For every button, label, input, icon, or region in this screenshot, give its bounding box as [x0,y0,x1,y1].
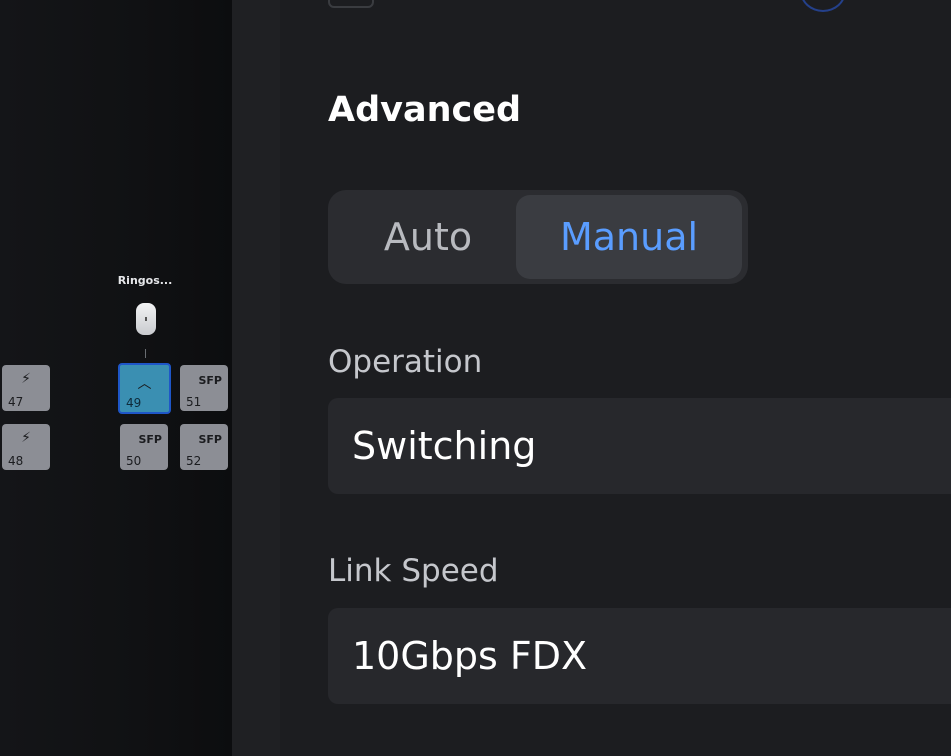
port-52[interactable]: SFP 52 [180,424,228,470]
chevron-up-icon: ︿ [137,376,152,392]
mode-auto-button[interactable]: Auto [333,195,523,279]
mode-toggle: Auto Manual [328,190,748,284]
port-51[interactable]: SFP 51 [180,365,228,411]
section-title: Advanced [328,90,522,130]
panel-divider [232,0,280,756]
device-label[interactable]: Ringos... [112,274,178,287]
device-icon[interactable] [136,303,156,335]
operation-label: Operation [328,344,483,380]
operation-value: Switching [352,424,537,468]
port-number: 49 [126,396,142,410]
sfp-tag: SFP [138,433,163,446]
partial-control[interactable] [328,0,374,8]
port-50[interactable]: SFP 50 [120,424,168,470]
device-link-line [145,349,146,358]
port-number: 48 [8,454,24,468]
port-number: 51 [186,395,202,409]
link-speed-value: 10Gbps FDX [352,634,588,678]
operation-select[interactable]: Switching [328,398,951,494]
port-number: 52 [186,454,202,468]
poe-icon: ⚡ [21,430,31,446]
link-speed-label: Link Speed [328,553,499,589]
sfp-tag: SFP [198,374,223,387]
sfp-tag: SFP [198,433,223,446]
port-47[interactable]: ⚡ 47 [2,365,50,411]
link-speed-select[interactable]: 10Gbps FDX [328,608,951,704]
port-number: 50 [126,454,142,468]
port-number: 47 [8,395,24,409]
port-49[interactable]: ︿ 49 [118,363,171,414]
port-settings-screen: Ringos... ⚡ 47 ⚡ 48 ︿ 49 SFP 50 SFP 51 S… [0,0,951,756]
mode-manual-button[interactable]: Manual [516,195,742,279]
topology-view: Ringos... ⚡ 47 ⚡ 48 ︿ 49 SFP 50 SFP 51 S… [0,0,232,756]
poe-icon: ⚡ [21,371,31,387]
port-48[interactable]: ⚡ 48 [2,424,50,470]
